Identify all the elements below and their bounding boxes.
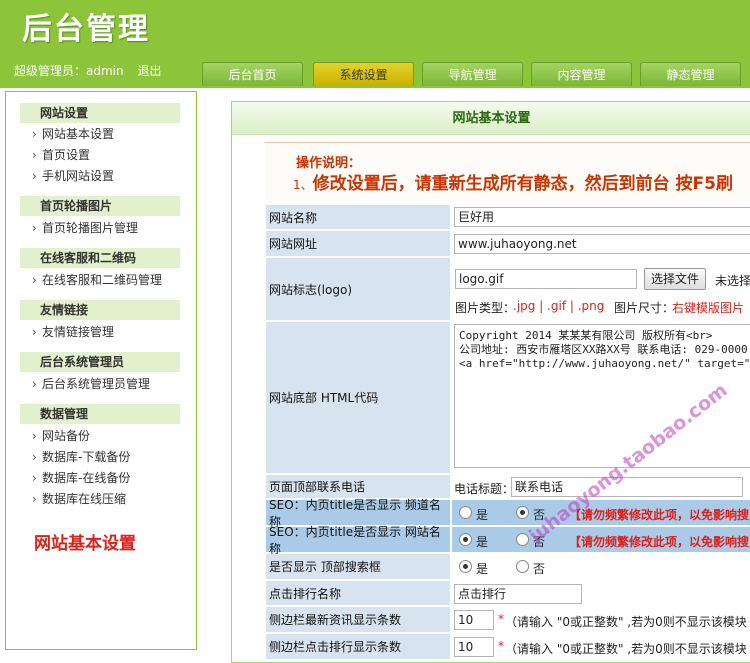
current-user: 超级管理员：admin [14, 64, 124, 78]
sidebar-caption: 网站基本设置 [34, 534, 136, 554]
sidebar-item-site-backup[interactable]: 网站备份 [32, 427, 90, 445]
logo-label: 网站标志(logo) [266, 258, 450, 320]
sidebar-item-carousel-manage[interactable]: 首页轮播图片管理 [32, 219, 138, 237]
phone-title-label: 电话标题： [454, 482, 515, 496]
row-top-search: 是否显示 顶部搜索框 是 否 [266, 554, 750, 580]
notice-number: 1、 [293, 178, 313, 192]
row-click-rank: 点击排行名称 点击排行 [266, 581, 750, 606]
click-rank-input[interactable]: 点击排行 [454, 584, 582, 604]
site-name-input[interactable]: 巨好用 [454, 207, 750, 227]
side-news-input[interactable]: 10 [454, 610, 494, 630]
tab-content[interactable]: 内容管理 [531, 62, 632, 86]
phone-title-input[interactable]: 联系电话 [511, 477, 743, 497]
sidebar-item-service-qrcode-manage[interactable]: 在线客服和二维码管理 [32, 271, 162, 289]
seo-site-yes-label: 是 [476, 535, 489, 549]
sidebar-item-links-manage[interactable]: 友情链接管理 [32, 323, 114, 341]
top-search-no-radio[interactable] [516, 560, 529, 573]
tab-navigation[interactable]: 导航管理 [422, 62, 523, 86]
notice-box: 操作说明： 1、修改设置后，请重新生成所有静态，然后到前台 按F5刷 [265, 142, 750, 202]
tab-static[interactable]: 静态管理 [640, 62, 741, 86]
logo-input[interactable]: logo.gif [455, 269, 637, 289]
sidebar-group-service-qrcode: 在线客服和二维码 [20, 248, 180, 268]
side-news-label: 侧边栏最新资讯显示条数 [266, 607, 450, 632]
top-search-yes-label: 是 [476, 562, 489, 576]
seo-channel-no-radio[interactable] [516, 506, 529, 519]
sidebar-item-admins-manage[interactable]: 后台系统管理员管理 [32, 375, 150, 393]
sidebar-item-db-download-backup[interactable]: 数据库-下载备份 [32, 448, 130, 466]
seo-site-yes-radio[interactable] [459, 533, 472, 546]
logo: 后台管理 [22, 12, 150, 47]
click-rank-label: 点击排行名称 [266, 581, 450, 605]
notice-message: 修改设置后，请重新生成所有静态，然后到前台 按F5刷 [312, 174, 733, 194]
sidebar-item-mobile-settings[interactable]: 手机网站设置 [32, 167, 114, 185]
sidebar-group-links: 友情链接 [20, 300, 180, 320]
top-search-yes-radio[interactable] [459, 560, 472, 573]
sidebar-group-data: 数据管理 [20, 404, 180, 424]
row-site-name: 网站名称 巨好用 [266, 205, 750, 230]
seo-channel-warning: 【请勿频繁修改此项，以免影响搜 [569, 508, 750, 522]
sidebar-item-home-settings[interactable]: 首页设置 [32, 146, 90, 164]
site-url-label: 网站网址 [266, 231, 450, 256]
sidebar-group-carousel: 首页轮播图片 [20, 196, 180, 216]
side-click-label: 侧边栏点击排行显示条数 [266, 634, 450, 659]
main-panel: 网站基本设置 操作说明： 1、修改设置后，请重新生成所有静态，然后到前台 按F5… [231, 101, 750, 663]
side-click-required: * [498, 639, 504, 653]
row-side-news: 侧边栏最新资讯显示条数 10 * （请输入 "0或正整数" ,若为0则不显示该模… [266, 607, 750, 633]
side-news-required: * [498, 612, 504, 626]
sidebar: 网站设置 网站基本设置 首页设置 手机网站设置 首页轮播图片 首页轮播图片管理 … [5, 91, 197, 650]
row-logo: 网站标志(logo) logo.gif 选择文件 未选择 图片类型： .jpg … [266, 258, 750, 321]
header: 后台管理 超级管理员：admin 退出 后台首页 系统设置 导航管理 内容管理 … [0, 0, 750, 88]
choose-file-button[interactable]: 选择文件 [644, 268, 707, 290]
row-side-click: 侧边栏点击排行显示条数 10 * （请输入 "0或正整数" ,若为0则不显示该模… [266, 634, 750, 660]
sidebar-group-site-settings: 网站设置 [20, 103, 180, 123]
row-site-url: 网站网址 www.juhaoyong.net [266, 231, 750, 257]
page-title: 网站基本设置 [232, 102, 750, 135]
seo-channel-yes-radio[interactable] [459, 506, 472, 519]
seo-channel-label: SEO：内页title是否显示 频道名称 [266, 498, 450, 529]
seo-site-label: SEO：内页title是否显示 网站名称 [266, 525, 450, 556]
sidebar-group-admins: 后台系统管理员 [20, 352, 180, 372]
image-size-label: 图片尺寸： [614, 301, 675, 315]
sidebar-item-db-compress[interactable]: 数据库在线压缩 [32, 490, 126, 508]
row-footer-html: 网站底部 HTML代码 Copyright 2014 某某某有限公司 版权所有<… [266, 322, 750, 474]
site-url-input[interactable]: www.juhaoyong.net [454, 234, 750, 254]
top-search-no-label: 否 [533, 562, 546, 576]
side-news-hint: （请输入 "0或正整数" ,若为0则不显示该模块 [505, 615, 747, 629]
row-seo-site: SEO：内页title是否显示 网站名称 是 否 【请勿频繁修改此项，以免影响搜 [266, 525, 750, 556]
logout-link[interactable]: 退出 [137, 64, 161, 78]
side-click-hint: （请输入 "0或正整数" ,若为0则不显示该模块 [505, 642, 747, 656]
image-type-label: 图片类型： [455, 301, 516, 315]
image-types: .jpg | .gif | .png [513, 299, 605, 313]
top-search-label: 是否显示 顶部搜索框 [266, 554, 450, 579]
user-bar: 超级管理员：admin 退出 [14, 62, 171, 79]
sidebar-item-basic-settings[interactable]: 网站基本设置 [32, 125, 114, 143]
no-file-text: 未选择 [715, 274, 750, 288]
tab-system-settings[interactable]: 系统设置 [313, 62, 414, 86]
seo-site-no-radio[interactable] [516, 533, 529, 546]
site-name-label: 网站名称 [266, 205, 450, 229]
image-size-value: 右键模版图片 [672, 301, 745, 315]
notice-text: 1、修改设置后，请重新生成所有静态，然后到前台 按F5刷 [293, 169, 733, 194]
sidebar-item-db-online-backup[interactable]: 数据库-在线备份 [32, 469, 130, 487]
tab-home[interactable]: 后台首页 [202, 62, 303, 86]
side-click-input[interactable]: 10 [454, 637, 494, 657]
seo-channel-yes-label: 是 [476, 508, 489, 522]
seo-site-warning: 【请勿频繁修改此项，以免影响搜 [569, 535, 750, 549]
footer-html-label: 网站底部 HTML代码 [266, 322, 450, 473]
